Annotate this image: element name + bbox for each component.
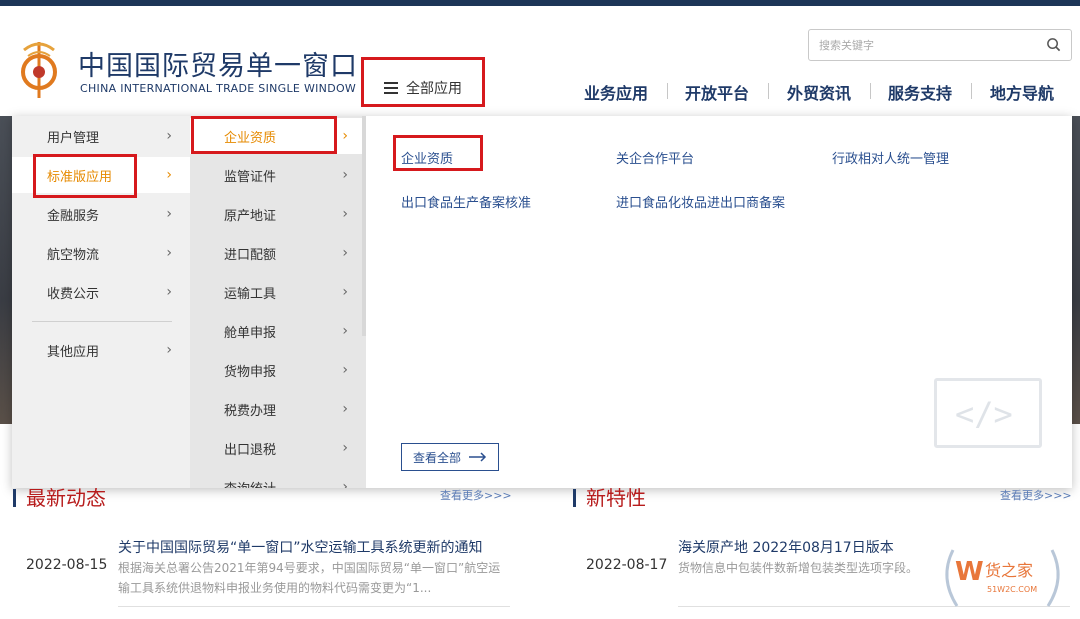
news-date: 2022-08-15 [26,557,108,573]
submenu-item-certificate-of-origin[interactable]: 原产地证 › [190,196,366,232]
new-features-more-link[interactable]: 查看更多>>> [1000,487,1072,503]
menu-divider [32,321,172,322]
menu-category-column: 用户管理 › 标准版应用 › 金融服务 › 航空物流 › 收费公示 › 其他应用 › [12,116,190,488]
arrow-right-icon [469,452,487,462]
nav-divider [870,83,871,99]
chevron-right-icon: › [342,128,348,144]
chevron-right-icon: › [166,284,172,300]
app-link-customs-enterprise-cooperation[interactable]: 关企合作平台 [616,148,694,167]
chevron-right-icon: › [342,323,348,339]
nav-divider [971,83,972,99]
chevron-right-icon: › [166,128,172,144]
nav-divider [768,83,769,99]
submenu-item-transport-vehicles[interactable]: 运输工具 › [190,274,366,310]
menu-app-links-panel: 企业资质 关企合作平台 行政相对人统一管理 出口食品生产备案核准 进口食品化妆品… [366,116,1072,488]
app-link-enterprise-qualification[interactable]: 企业资质 [401,148,453,167]
chevron-right-icon: › [166,342,172,358]
chevron-right-icon: › [166,245,172,261]
logo-title-cn[interactable]: 中国国际贸易单一窗口 [78,44,358,83]
submenu-item-query-statistics[interactable]: 查询统计› [190,469,366,488]
watermark-logo: W 货之家 51W2C.COM [945,549,1060,607]
search-icon[interactable] [1046,37,1061,52]
section-marker [573,489,576,507]
menu-item-standard-apps[interactable]: 标准版应用 › [12,157,190,193]
nav-local-navigation[interactable]: 地方导航 [990,80,1054,104]
submenu-item-manifest-declaration[interactable]: 舱单申报 › [190,313,366,349]
news-divider [118,606,510,607]
submenu-item-import-quota[interactable]: 进口配额 › [190,235,366,271]
nav-open-platform[interactable]: 开放平台 [685,80,749,104]
svg-text:货之家: 货之家 [985,561,1033,580]
submenu-item-export-tax-refund[interactable]: 出口退税 › [190,430,366,466]
chevron-right-icon: › [342,206,348,222]
main-nav: 业务应用 开放平台 外贸资讯 服务支持 地方导航 [0,80,1080,103]
nav-service-support[interactable]: 服务支持 [888,80,952,104]
submenu-item-goods-declaration[interactable]: 货物申报 › [190,352,366,388]
news-headline[interactable]: 海关原产地 2022年08月17日版本 [678,537,894,557]
menu-item-user-management[interactable]: 用户管理 › [12,118,190,154]
latest-news-title: 最新动态 [26,486,106,510]
svg-text:51W2C.COM: 51W2C.COM [987,585,1037,594]
submenu-item-regulatory-certificates[interactable]: 监管证件 › [190,157,366,193]
nav-business-apps[interactable]: 业务应用 [584,80,648,104]
submenu-item-enterprise-qualification[interactable]: 企业资质 › [190,118,366,154]
nav-trade-news[interactable]: 外贸资讯 [787,80,851,104]
menu-subcategory-column: 企业资质 › 监管证件 › 原产地证 › 进口配额 › 运输工具 › 舱单申报 › 货物申报… [190,116,366,488]
chevron-right-icon: › [342,245,348,261]
news-date: 2022-08-17 [586,557,668,573]
submenu-item-tax-processing[interactable]: 税费办理 › [190,391,366,427]
chevron-right-icon: › [342,362,348,378]
chevron-right-icon: › [342,167,348,183]
menu-item-other-apps[interactable]: 其他应用 › [12,332,190,368]
section-marker [13,489,16,507]
site-header: 中国国际贸易单一窗口 CHINA INTERNATIONAL TRADE SIN… [0,6,1080,116]
chevron-right-icon: › [166,206,172,222]
latest-news-more-link[interactable]: 查看更多>>> [440,487,512,503]
search-box [808,29,1072,61]
news-headline[interactable]: 关于中国国际贸易“单一窗口”水空运输工具系统更新的通知 [118,537,483,557]
news-summary: 货物信息中包装件数新增包装类型选项字段。 [678,561,919,575]
all-apps-dropdown: 用户管理 › 标准版应用 › 金融服务 › 航空物流 › 收费公示 › 其他应用 › 企业资… [12,116,1072,488]
svg-text:W: W [955,557,984,587]
menu-item-financial-services[interactable]: 金融服务 › [12,196,190,232]
new-features-title: 新特性 [586,486,646,510]
search-input[interactable] [809,30,1029,60]
news-summary: 根据海关总署公告2021年第94号要求，中国国际贸易“单一窗口”航空运输工具系统… [118,561,501,595]
chevron-right-icon: › [342,440,348,456]
menu-item-fee-disclosure[interactable]: 收费公示 › [12,274,190,310]
nav-divider [667,83,668,99]
view-all-button[interactable]: 查看全部 [401,443,499,471]
app-link-administrative-counterpart-management[interactable]: 行政相对人统一管理 [832,148,949,167]
chevron-right-icon: › [166,167,172,183]
code-brackets-icon: </> [934,378,1042,448]
chevron-right-icon: › [342,401,348,417]
app-link-export-food-production-filing[interactable]: 出口食品生产备案核准 [401,192,531,211]
chevron-right-icon: › [342,479,348,488]
chevron-right-icon: › [342,284,348,300]
menu-item-air-logistics[interactable]: 航空物流 › [12,235,190,271]
app-link-import-food-cosmetics-filing[interactable]: 进口食品化妆品进出口商备案 [616,192,785,211]
